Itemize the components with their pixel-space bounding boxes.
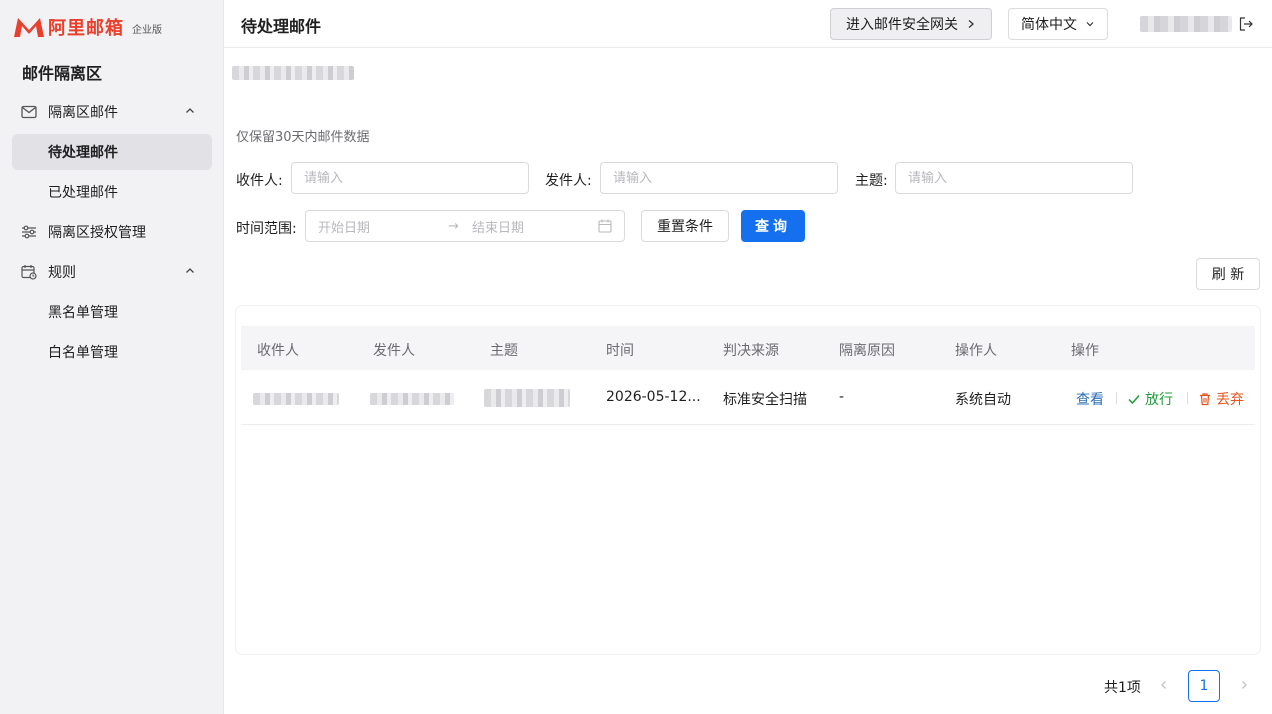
- cell-operator: 系统自动: [955, 392, 1011, 408]
- end-date-field[interactable]: 结束日期: [472, 217, 524, 236]
- sidebar-item-label: 规则: [48, 265, 76, 281]
- column-header-operator: 操作人: [955, 343, 997, 359]
- column-header-time: 时间: [606, 343, 634, 359]
- subject-label: 主题:: [855, 173, 888, 189]
- sender-label: 发件人:: [545, 173, 592, 189]
- language-label: 简体中文: [1021, 17, 1077, 33]
- brand-name: 阿里邮箱: [48, 18, 124, 39]
- release-action[interactable]: 放行: [1127, 389, 1173, 409]
- column-header-source: 判决来源: [723, 343, 779, 359]
- check-icon: [1128, 395, 1140, 405]
- column-header-reason: 隔离原因: [839, 343, 895, 359]
- sidebar-section-title: 邮件隔离区: [22, 64, 103, 83]
- sidebar-item-processed-mail[interactable]: 已处理邮件: [12, 174, 212, 210]
- page-title: 待处理邮件: [241, 17, 322, 36]
- sidebar: 阿里邮箱 企业版 邮件隔离区 隔离区邮件 待处理邮件 已处理邮件 隔离区授权管理…: [0, 0, 224, 714]
- mail-m-logo-icon: [14, 18, 44, 37]
- sidebar-item-quarantine-mail[interactable]: 隔离区邮件: [12, 94, 212, 130]
- chevron-left-icon[interactable]: [1158, 679, 1170, 691]
- sidebar-item-blacklist[interactable]: 黑名单管理: [12, 294, 212, 330]
- chevron-up-icon: [186, 268, 194, 273]
- cell-reason: -: [839, 389, 845, 405]
- discard-label: 丢弃: [1216, 392, 1244, 408]
- trash-icon: [1200, 393, 1210, 406]
- sender-redacted: [370, 393, 454, 405]
- retention-notice: 仅保留30天内邮件数据: [236, 130, 370, 145]
- sliders-icon: [20, 223, 38, 241]
- sidebar-item-authorization[interactable]: 隔离区授权管理: [12, 214, 212, 250]
- domain-redacted: [232, 66, 354, 80]
- sidebar-item-label: 白名单管理: [48, 345, 118, 361]
- refresh-button[interactable]: 刷 新: [1196, 258, 1260, 290]
- recipient-label: 收件人:: [236, 173, 283, 189]
- top-header: 待处理邮件 进入邮件安全网关 简体中文: [224, 0, 1272, 48]
- action-divider: [1187, 392, 1188, 404]
- recipient-input[interactable]: [291, 162, 529, 194]
- date-range-picker[interactable]: 开始日期 → 结束日期: [305, 210, 625, 242]
- column-header-actions: 操作: [1071, 343, 1099, 359]
- view-action[interactable]: 查看: [1076, 389, 1104, 409]
- subject-input[interactable]: [895, 162, 1133, 194]
- language-select[interactable]: 简体中文: [1008, 8, 1108, 40]
- rule-calendar-icon: [20, 263, 38, 281]
- sidebar-item-label: 待处理邮件: [48, 145, 118, 161]
- search-button[interactable]: 查询: [741, 210, 805, 242]
- logout-icon[interactable]: [1238, 16, 1254, 32]
- release-label: 放行: [1145, 392, 1173, 408]
- column-header-subject: 主题: [490, 343, 518, 359]
- start-date-field[interactable]: 开始日期: [318, 217, 370, 236]
- brand-logo[interactable]: 阿里邮箱 企业版: [12, 14, 162, 40]
- chevron-right-icon[interactable]: [1238, 679, 1250, 691]
- chevron-up-icon: [186, 108, 194, 113]
- brand-edition: 企业版: [132, 25, 162, 36]
- action-divider: [1116, 392, 1117, 404]
- reset-button[interactable]: 重置条件: [641, 210, 729, 242]
- column-header-sender: 发件人: [373, 343, 415, 359]
- time-range-label: 时间范围:: [236, 221, 297, 237]
- sidebar-item-label: 黑名单管理: [48, 305, 118, 321]
- sidebar-item-label: 已处理邮件: [48, 185, 118, 201]
- cell-source: 标准安全扫描: [723, 392, 807, 408]
- pagination-current-page[interactable]: 1: [1188, 670, 1220, 702]
- arrow-right-icon: →: [448, 218, 459, 234]
- recipient-redacted: [253, 393, 339, 405]
- discard-action[interactable]: 丢弃: [1198, 389, 1244, 409]
- security-gateway-button[interactable]: 进入邮件安全网关: [830, 8, 992, 40]
- column-header-recipient: 收件人: [257, 343, 299, 359]
- user-account-redacted[interactable]: [1140, 16, 1232, 32]
- calendar-icon: [598, 219, 612, 233]
- pagination-total: 共1项: [1104, 680, 1141, 696]
- mail-icon: [20, 103, 38, 121]
- sender-input[interactable]: [600, 162, 838, 194]
- chevron-right-icon: [968, 20, 974, 28]
- subject-redacted[interactable]: [484, 389, 570, 407]
- sidebar-item-label: 隔离区邮件: [48, 105, 118, 121]
- cell-time: 2026-05-12...: [606, 389, 701, 405]
- sidebar-item-whitelist[interactable]: 白名单管理: [12, 334, 212, 370]
- sidebar-item-label: 隔离区授权管理: [48, 225, 146, 241]
- security-gateway-label: 进入邮件安全网关: [846, 17, 958, 33]
- sidebar-item-rules[interactable]: 规则: [12, 254, 212, 290]
- row-divider: [241, 424, 1255, 425]
- chevron-down-icon: [1086, 22, 1094, 27]
- sidebar-item-pending-mail[interactable]: 待处理邮件: [12, 134, 212, 170]
